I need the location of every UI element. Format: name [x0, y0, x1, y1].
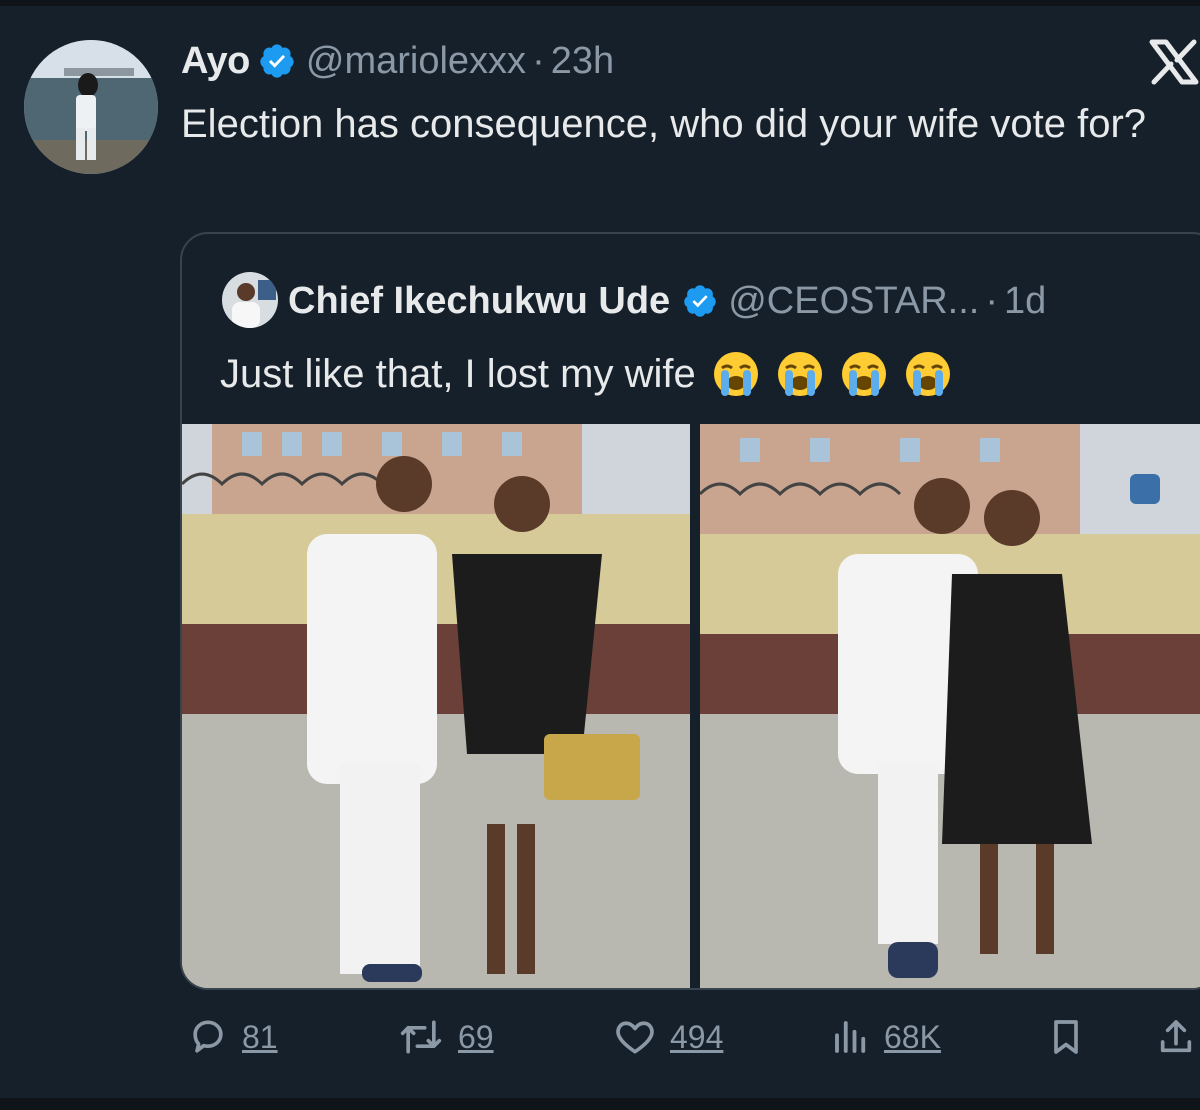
- quoted-timestamp[interactable]: 1d: [1004, 280, 1046, 323]
- loudly-crying-face-icon: [840, 350, 888, 398]
- reply-count: 81: [242, 1018, 278, 1055]
- repost-button[interactable]: 69: [396, 1012, 494, 1062]
- views-icon: [835, 1021, 866, 1053]
- share-icon: [1160, 1020, 1192, 1053]
- verified-badge-icon: [258, 42, 296, 80]
- top-divider: [0, 0, 1200, 6]
- bottom-divider: [0, 1098, 1200, 1110]
- photo-couple-embracing[interactable]: [700, 424, 1200, 988]
- views-button[interactable]: 68K: [830, 1012, 941, 1062]
- tweet-action-bar: 81 69 494 68K: [0, 1012, 1200, 1062]
- photo-couple-standing[interactable]: [182, 424, 690, 988]
- separator-dot: ·: [985, 279, 998, 322]
- heart-icon: [616, 1021, 654, 1054]
- author-handle[interactable]: @mariolexxx: [306, 40, 526, 83]
- loudly-crying-face-icon: [712, 350, 760, 398]
- media-grid: [182, 424, 1200, 988]
- like-button[interactable]: 494: [612, 1012, 723, 1062]
- views-count: 68K: [884, 1018, 941, 1055]
- quoted-author-handle[interactable]: @CEOSTAR...: [728, 280, 979, 323]
- quoted-tweet-text: Just like that, I lost my wife: [220, 352, 696, 396]
- repost-count: 69: [458, 1018, 494, 1055]
- tweet-header: Ayo @mariolexxx · 23h: [181, 38, 614, 84]
- quoted-tweet-text-row: Just like that, I lost my wife: [220, 346, 952, 402]
- timestamp[interactable]: 23h: [551, 40, 614, 83]
- x-logo-icon[interactable]: [1148, 38, 1200, 86]
- loudly-crying-face-icon: [904, 350, 952, 398]
- separator-dot: ·: [532, 39, 545, 82]
- tweet-text: Election has consequence, who did your w…: [181, 102, 1147, 146]
- quoted-author-avatar[interactable]: [222, 272, 278, 328]
- loudly-crying-face-icon: [776, 350, 824, 398]
- reply-button[interactable]: 81: [186, 1012, 278, 1062]
- quoted-tweet-header: Chief Ikechukwu Ude @CEOSTAR... · 1d: [288, 276, 1046, 326]
- like-count: 494: [670, 1018, 724, 1055]
- verified-badge-icon: [682, 283, 718, 319]
- author-avatar[interactable]: [24, 40, 158, 174]
- reply-icon: [193, 1020, 223, 1053]
- author-name[interactable]: Ayo: [181, 40, 250, 83]
- bookmark-button[interactable]: [1046, 1012, 1086, 1062]
- repost-icon: [400, 1020, 442, 1054]
- bookmark-icon: [1054, 1020, 1078, 1054]
- share-button[interactable]: [1156, 1012, 1196, 1062]
- quoted-author-name[interactable]: Chief Ikechukwu Ude: [288, 280, 670, 323]
- quoted-tweet-card[interactable]: Chief Ikechukwu Ude @CEOSTAR... · 1d Jus…: [180, 232, 1200, 990]
